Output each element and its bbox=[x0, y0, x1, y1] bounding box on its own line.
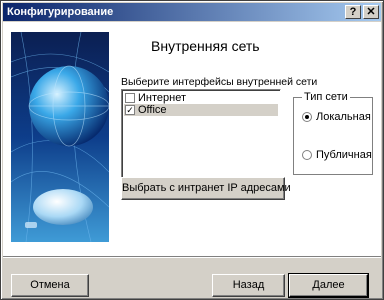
page-title: Внутренняя сеть bbox=[151, 38, 260, 54]
interface-item-office[interactable]: ✓ Office bbox=[124, 104, 278, 116]
globe-banner-image bbox=[11, 32, 109, 242]
back-button[interactable]: Назад bbox=[212, 274, 285, 297]
interfaces-list[interactable]: Интернет ✓ Office bbox=[121, 89, 281, 187]
footer-divider bbox=[3, 256, 381, 258]
cancel-button[interactable]: Отмена bbox=[11, 274, 89, 297]
interface-checkbox[interactable] bbox=[125, 93, 135, 103]
interface-label: Интернет bbox=[138, 92, 186, 104]
wizard-panel: Внутренняя сеть Выберите интерфейсы внут… bbox=[3, 22, 381, 256]
interfaces-label: Выберите интерфейсы внутренней сети bbox=[121, 76, 318, 88]
network-type-group: Тип сети Локальная Публичная bbox=[293, 91, 373, 175]
radio-button[interactable] bbox=[302, 112, 312, 122]
radio-button[interactable] bbox=[302, 150, 312, 160]
select-ip-button[interactable]: Выбрать с интранет IP адресами bbox=[121, 177, 291, 200]
interface-item-internet[interactable]: Интернет bbox=[124, 92, 278, 104]
close-button[interactable]: ✕ bbox=[363, 5, 379, 19]
radio-selected-dot bbox=[305, 115, 309, 119]
network-type-label: Тип сети bbox=[302, 91, 350, 103]
next-button[interactable]: Далее bbox=[288, 273, 369, 298]
config-dialog: Конфигурирование ? ✕ Внутренняя сеть Выб… bbox=[0, 0, 384, 300]
interface-checkbox[interactable]: ✓ bbox=[125, 105, 135, 115]
interface-label: Office bbox=[138, 104, 167, 116]
radio-label: Публичная bbox=[316, 149, 372, 161]
window-title: Конфигурирование bbox=[7, 6, 114, 18]
title-bar: Конфигурирование ? ✕ bbox=[3, 3, 381, 21]
radio-label: Локальная bbox=[316, 111, 371, 123]
help-button[interactable]: ? bbox=[345, 5, 361, 19]
